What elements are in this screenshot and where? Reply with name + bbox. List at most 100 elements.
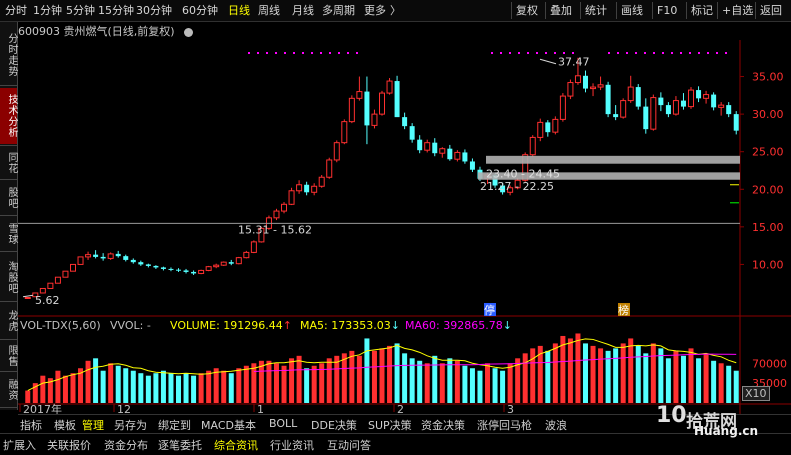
more-chevron-icon[interactable]: 〉: [390, 3, 401, 18]
bottom-tab-2[interactable]: 资金分布: [104, 437, 148, 453]
period-tab-10[interactable]: 更多: [364, 3, 386, 18]
indicator-tab-0[interactable]: 指标: [20, 417, 42, 433]
sidebar-item-1[interactable]: 技术分析: [0, 88, 17, 144]
signal-dot: [716, 52, 718, 54]
indicator-tab-10[interactable]: 涨停回马枪: [477, 417, 532, 433]
candle-body-up: [348, 97, 355, 123]
indicator-tab-4[interactable]: 绑定到: [158, 417, 191, 433]
bottom-tab-6[interactable]: 互动问答: [327, 437, 371, 453]
sidebar-item-5[interactable]: 淘股吧: [0, 254, 17, 300]
candle-body-up: [590, 86, 597, 90]
indicator-name[interactable]: VOL-TDX(5,60): [20, 319, 101, 332]
volume-bar: [530, 348, 536, 403]
period-tab-9[interactable]: 多周期: [322, 3, 355, 18]
volume-bar: [251, 363, 257, 403]
volume-bar: [115, 365, 121, 403]
indicator-tab-8[interactable]: SUP决策: [368, 417, 412, 433]
signal-dot: [644, 52, 646, 54]
sidebar-divider: [0, 407, 17, 408]
signal-dot: [509, 52, 511, 54]
ma60-label: MA60: 392865.78↓: [405, 319, 512, 332]
volume-bar: [590, 345, 596, 403]
ma5-label: MA5: 173353.03↓: [300, 319, 400, 332]
indicator-tab-3[interactable]: 另存为: [114, 417, 147, 433]
sidebar-item-6[interactable]: 龙虎: [0, 304, 17, 338]
period-tab-4[interactable]: 30分钟: [136, 3, 172, 18]
candle-body-down: [123, 256, 129, 260]
price-label-1: 30.00: [752, 108, 784, 121]
candle-body-down: [605, 84, 611, 115]
candle-body-up: [559, 95, 566, 120]
indicator-tab-11[interactable]: 波浪: [545, 417, 567, 433]
sidebar-item-3[interactable]: 股吧: [0, 182, 17, 214]
candle-body-down: [176, 269, 182, 271]
sidebar-divider: [0, 251, 17, 252]
volume-bar: [680, 355, 686, 403]
period-tab-2[interactable]: 5分钟: [66, 3, 95, 18]
indicator-tab-7[interactable]: DDE决策: [311, 417, 357, 433]
candle-body-down: [733, 114, 739, 131]
candle-body-down: [160, 267, 166, 269]
candle-body-up: [627, 86, 634, 102]
candle-body-up: [537, 121, 544, 138]
price-label-3: 20.00: [752, 183, 784, 196]
indicator-tab-5[interactable]: MACD基本: [201, 417, 256, 433]
period-tab-6[interactable]: 日线: [228, 3, 250, 18]
period-tab-8[interactable]: 月线: [292, 3, 314, 18]
sidebar-divider: [0, 339, 17, 340]
bottom-tab-5[interactable]: 行业资讯: [270, 437, 314, 453]
toolbar-btn-5[interactable]: 标记: [691, 3, 713, 18]
left-sidebar: 分时走势技术分析同花股吧雪球淘股吧龙虎限售融资: [0, 22, 18, 410]
indicator-title[interactable]: VOL-TDX(5,60): [20, 319, 101, 332]
period-tab-7[interactable]: 周线: [258, 3, 280, 18]
signal-dot: [275, 52, 277, 54]
bottom-tab-1[interactable]: 关联报价: [47, 437, 91, 453]
period-tab-1[interactable]: 1分钟: [33, 3, 62, 18]
candle-body-up: [288, 190, 295, 205]
settings-circle-icon[interactable]: [184, 27, 194, 37]
period-tab-3[interactable]: 15分钟: [98, 3, 134, 18]
toolbar-btn-2[interactable]: 统计: [585, 3, 607, 18]
candle-body-up: [439, 148, 446, 154]
multiplier-badge: X10: [742, 386, 770, 401]
zone3-label: 23.40 - 24.45: [486, 167, 560, 180]
volume-bar: [424, 363, 430, 403]
volume-bar: [130, 370, 136, 403]
time-label-4: 3: [507, 403, 514, 414]
high-pointer: [539, 58, 557, 65]
toolbar-btn-7[interactable]: 返回: [760, 3, 782, 18]
bottom-tab-4[interactable]: 综合资讯: [214, 437, 258, 453]
toolbar-btn-0[interactable]: 复权: [516, 3, 538, 18]
sidebar-item-4[interactable]: 雪球: [0, 218, 17, 250]
toolbar-btn-4[interactable]: F10: [657, 3, 677, 18]
candle-body-down: [613, 114, 619, 118]
volume-bar: [266, 360, 272, 403]
candle-body-up: [688, 89, 695, 108]
signal-dot: [338, 52, 340, 54]
bottom-tab-0[interactable]: 扩展入: [3, 437, 36, 453]
signal-dot: [653, 52, 655, 54]
period-tab-5[interactable]: 60分钟: [182, 3, 218, 18]
toolbar-btn-6[interactable]: +自选: [722, 3, 753, 18]
candle-body-up: [552, 118, 559, 133]
indicator-tab-9[interactable]: 资金决策: [421, 417, 465, 433]
toolbar-btn-3[interactable]: 画线: [621, 3, 643, 18]
signal-dot: [671, 52, 673, 54]
period-tab-0[interactable]: 分时: [5, 3, 27, 18]
low-pointer: [22, 294, 34, 298]
price-label-2: 25.00: [752, 146, 784, 159]
candle-body-down: [643, 106, 649, 130]
sidebar-item-7[interactable]: 限售: [0, 342, 17, 370]
watermark-number: 10: [656, 403, 687, 428]
bottom-tab-3[interactable]: 逐笔委托: [158, 437, 202, 453]
sidebar-item-2[interactable]: 同花: [0, 148, 17, 178]
toolbar-btn-1[interactable]: 叠加: [550, 3, 572, 18]
indicator-tab-2[interactable]: 管理: [82, 417, 104, 433]
sidebar-item-8[interactable]: 融资: [0, 374, 17, 406]
candle-body-up: [341, 121, 348, 144]
indicator-tab-1[interactable]: 模板: [54, 417, 76, 433]
candle-body-up: [379, 92, 385, 115]
indicator-tab-6[interactable]: BOLL: [269, 417, 297, 430]
main-chart[interactable]: 35.00 30.00 25.00 20.00 15.00 10.00 15.31 - 15…: [18, 40, 791, 414]
sidebar-item-0[interactable]: 分时走势: [0, 26, 17, 84]
